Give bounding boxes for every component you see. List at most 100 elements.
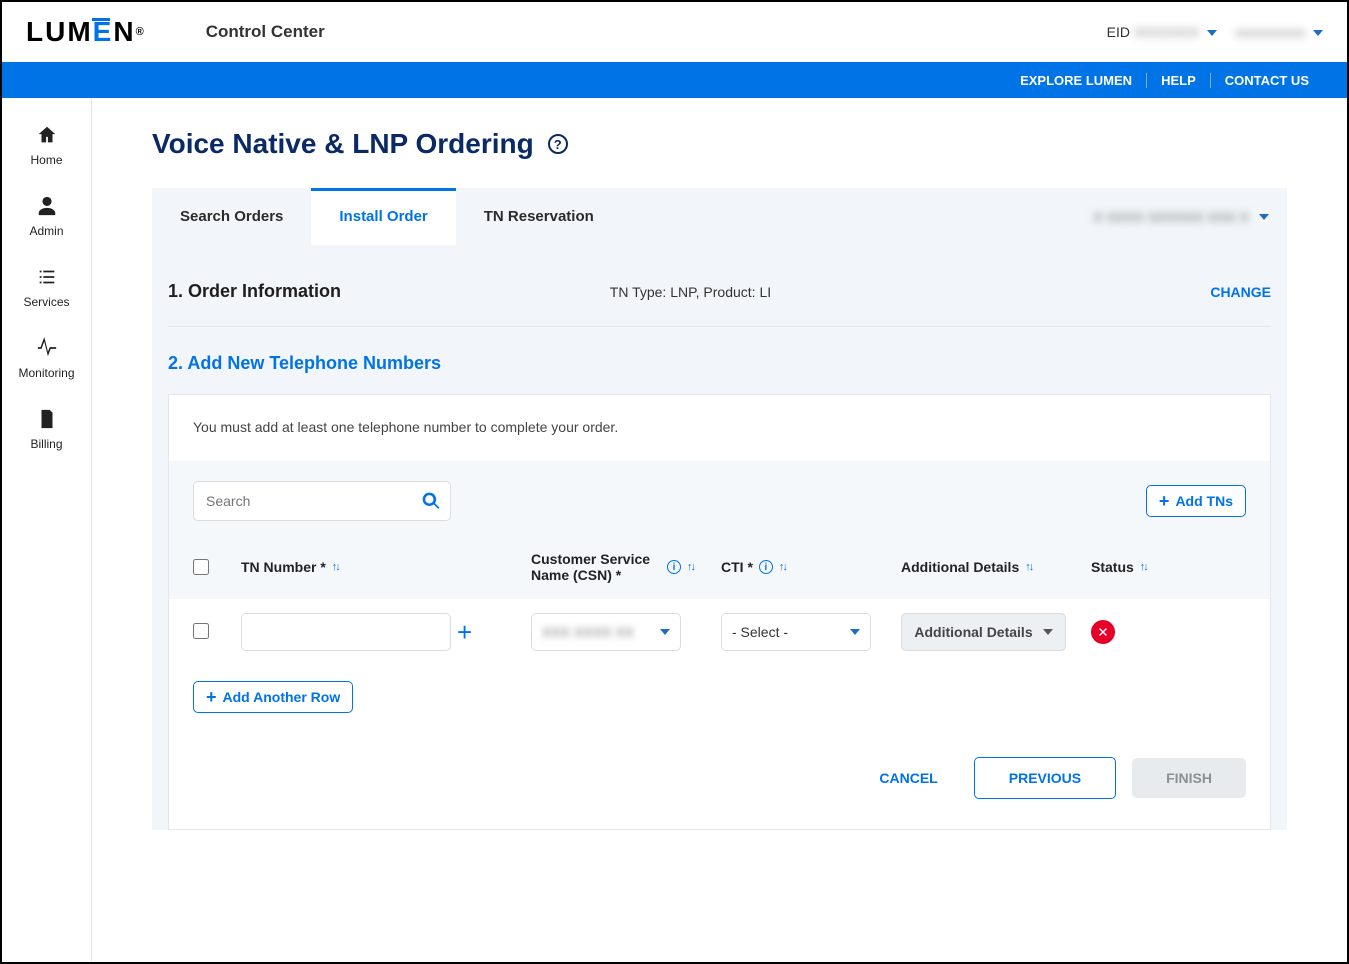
main-content: Voice Native & LNP Ordering ? Search Ord… — [92, 98, 1347, 962]
list-icon — [36, 266, 58, 291]
search-icon[interactable] — [421, 491, 441, 511]
sort-icon: ↑↓ — [779, 561, 786, 573]
col-csn-label: Customer Service Name (CSN) * — [531, 551, 661, 583]
cancel-button[interactable]: CANCEL — [879, 770, 937, 786]
add-tns-button[interactable]: + Add TNs — [1146, 485, 1246, 517]
logo-part1: LUM — [26, 16, 93, 48]
sidebar-item-billing[interactable]: Billing — [2, 394, 91, 465]
invoice-icon — [36, 408, 58, 433]
close-icon — [1097, 626, 1109, 638]
previous-button[interactable]: PREVIOUS — [974, 757, 1116, 799]
footer-actions: CANCEL PREVIOUS FINISH — [169, 737, 1270, 799]
home-icon — [36, 124, 58, 149]
row-checkbox[interactable] — [193, 623, 209, 639]
chevron-down-icon — [1207, 30, 1217, 36]
activity-icon — [36, 337, 58, 362]
add-tn-icon[interactable]: + — [457, 617, 472, 648]
chevron-down-icon — [850, 629, 860, 635]
add-row-label: Add Another Row — [223, 689, 341, 705]
step-1-title: 1. Order Information — [168, 281, 341, 302]
user-icon — [36, 195, 58, 220]
add-tns-label: Add TNs — [1175, 493, 1233, 509]
sort-icon: ↑↓ — [1025, 561, 1032, 573]
step-2-title: 2. Add New Telephone Numbers — [152, 327, 1287, 394]
eid-label: EID — [1107, 24, 1130, 40]
tab-tn-reservation[interactable]: TN Reservation — [456, 188, 622, 245]
remove-row-button[interactable] — [1091, 620, 1115, 644]
nav-contact[interactable]: CONTACT US — [1210, 73, 1323, 88]
logo: LUMEN® — [26, 16, 146, 48]
col-tn-number[interactable]: TN Number * ↑↓ — [241, 559, 531, 575]
chevron-down-icon — [1259, 214, 1269, 220]
sidebar-label-billing: Billing — [30, 437, 62, 451]
change-button[interactable]: CHANGE — [1210, 284, 1271, 300]
step-1-row: 1. Order Information TN Type: LNP, Produ… — [168, 275, 1271, 327]
plus-icon: + — [1159, 494, 1170, 508]
col-addl-label: Additional Details — [901, 559, 1019, 575]
eid-dropdown[interactable]: EID XXXXXXX — [1107, 24, 1218, 40]
additional-details-button[interactable]: Additional Details — [901, 613, 1066, 651]
search-wrap — [193, 481, 451, 521]
col-additional[interactable]: Additional Details ↑↓ — [901, 559, 1091, 575]
user-label: xxxxxxxxxx — [1235, 24, 1305, 40]
add-another-row-button[interactable]: + Add Another Row — [193, 681, 353, 713]
col-cti[interactable]: CTI * i ↑↓ — [721, 559, 901, 575]
finish-button[interactable]: FINISH — [1132, 758, 1246, 798]
plus-icon: + — [206, 690, 217, 704]
logo-part3: N — [113, 16, 135, 48]
top-header: LUMEN® Control Center EID XXXXXXX xxxxxx… — [2, 2, 1347, 62]
top-nav-bar: EXPLORE LUMEN HELP CONTACT US — [2, 62, 1347, 98]
sort-icon: ↑↓ — [687, 561, 694, 573]
content-area: 1. Order Information TN Type: LNP, Produ… — [152, 245, 1287, 830]
sidebar-item-home[interactable]: Home — [2, 110, 91, 181]
additional-details-label: Additional Details — [914, 624, 1032, 640]
app-title: Control Center — [206, 22, 325, 42]
col-csn[interactable]: Customer Service Name (CSN) * i ↑↓ — [531, 551, 721, 583]
sidebar-item-admin[interactable]: Admin — [2, 181, 91, 252]
panel-instruction: You must add at least one telephone numb… — [193, 419, 1246, 435]
cti-select[interactable]: - Select - — [721, 613, 871, 651]
step-1-meta: TN Type: LNP, Product: LI — [610, 284, 771, 300]
tn-toolbar: + Add TNs — [193, 481, 1246, 521]
col-tn-label: TN Number * — [241, 559, 326, 575]
tn-panel: You must add at least one telephone numb… — [168, 394, 1271, 830]
csn-select[interactable]: XXX XXXX XX — [531, 613, 681, 651]
eid-value: XXXXXXX — [1134, 24, 1199, 40]
sidebar-item-services[interactable]: Services — [2, 252, 91, 323]
tn-number-input[interactable] — [241, 613, 451, 651]
sidebar-item-monitoring[interactable]: Monitoring — [2, 323, 91, 394]
csn-value: XXX XXXX XX — [542, 624, 634, 640]
tn-subpanel: + Add TNs TN Number * ↑↓ Customer Servic… — [169, 461, 1270, 599]
user-dropdown[interactable]: xxxxxxxxxx — [1235, 24, 1323, 40]
tabs-row: Search Orders Install Order TN Reservati… — [152, 188, 1287, 245]
sidebar-label-admin: Admin — [29, 224, 63, 238]
sidebar-label-monitoring: Monitoring — [18, 366, 74, 380]
page-title: Voice Native & LNP Ordering — [152, 128, 534, 160]
select-all-checkbox[interactable] — [193, 559, 209, 575]
add-row-wrap: + Add Another Row — [169, 665, 1270, 737]
info-icon[interactable]: i — [667, 560, 681, 574]
sidebar-label-services: Services — [23, 295, 69, 309]
chevron-down-icon — [660, 629, 670, 635]
sort-icon: ↑↓ — [332, 561, 339, 573]
table-row: + XXX XXXX XX - Select - — [169, 599, 1270, 665]
search-input[interactable] — [193, 481, 451, 521]
chevron-down-icon — [1043, 629, 1053, 635]
info-icon[interactable]: i — [759, 560, 773, 574]
nav-help[interactable]: HELP — [1146, 73, 1210, 88]
chevron-down-icon — [1313, 30, 1323, 36]
col-cti-label: CTI * — [721, 559, 753, 575]
col-status[interactable]: Status ↑↓ — [1091, 559, 1211, 575]
tab-install-order[interactable]: Install Order — [311, 188, 455, 245]
context-label: X XXXX XXXXXX XXX X — [1093, 209, 1249, 225]
sidebar-label-home: Home — [30, 153, 62, 167]
sort-icon: ↑↓ — [1140, 561, 1147, 573]
tab-search-orders[interactable]: Search Orders — [152, 188, 311, 245]
logo-part2: E — [93, 16, 114, 48]
nav-explore[interactable]: EXPLORE LUMEN — [1006, 73, 1146, 88]
header-right: EID XXXXXXX xxxxxxxxxx — [1107, 24, 1323, 40]
help-icon[interactable]: ? — [548, 134, 568, 154]
context-dropdown[interactable]: X XXXX XXXXXX XXX X — [1093, 209, 1287, 225]
col-status-label: Status — [1091, 559, 1134, 575]
table-header: TN Number * ↑↓ Customer Service Name (CS… — [193, 539, 1246, 599]
